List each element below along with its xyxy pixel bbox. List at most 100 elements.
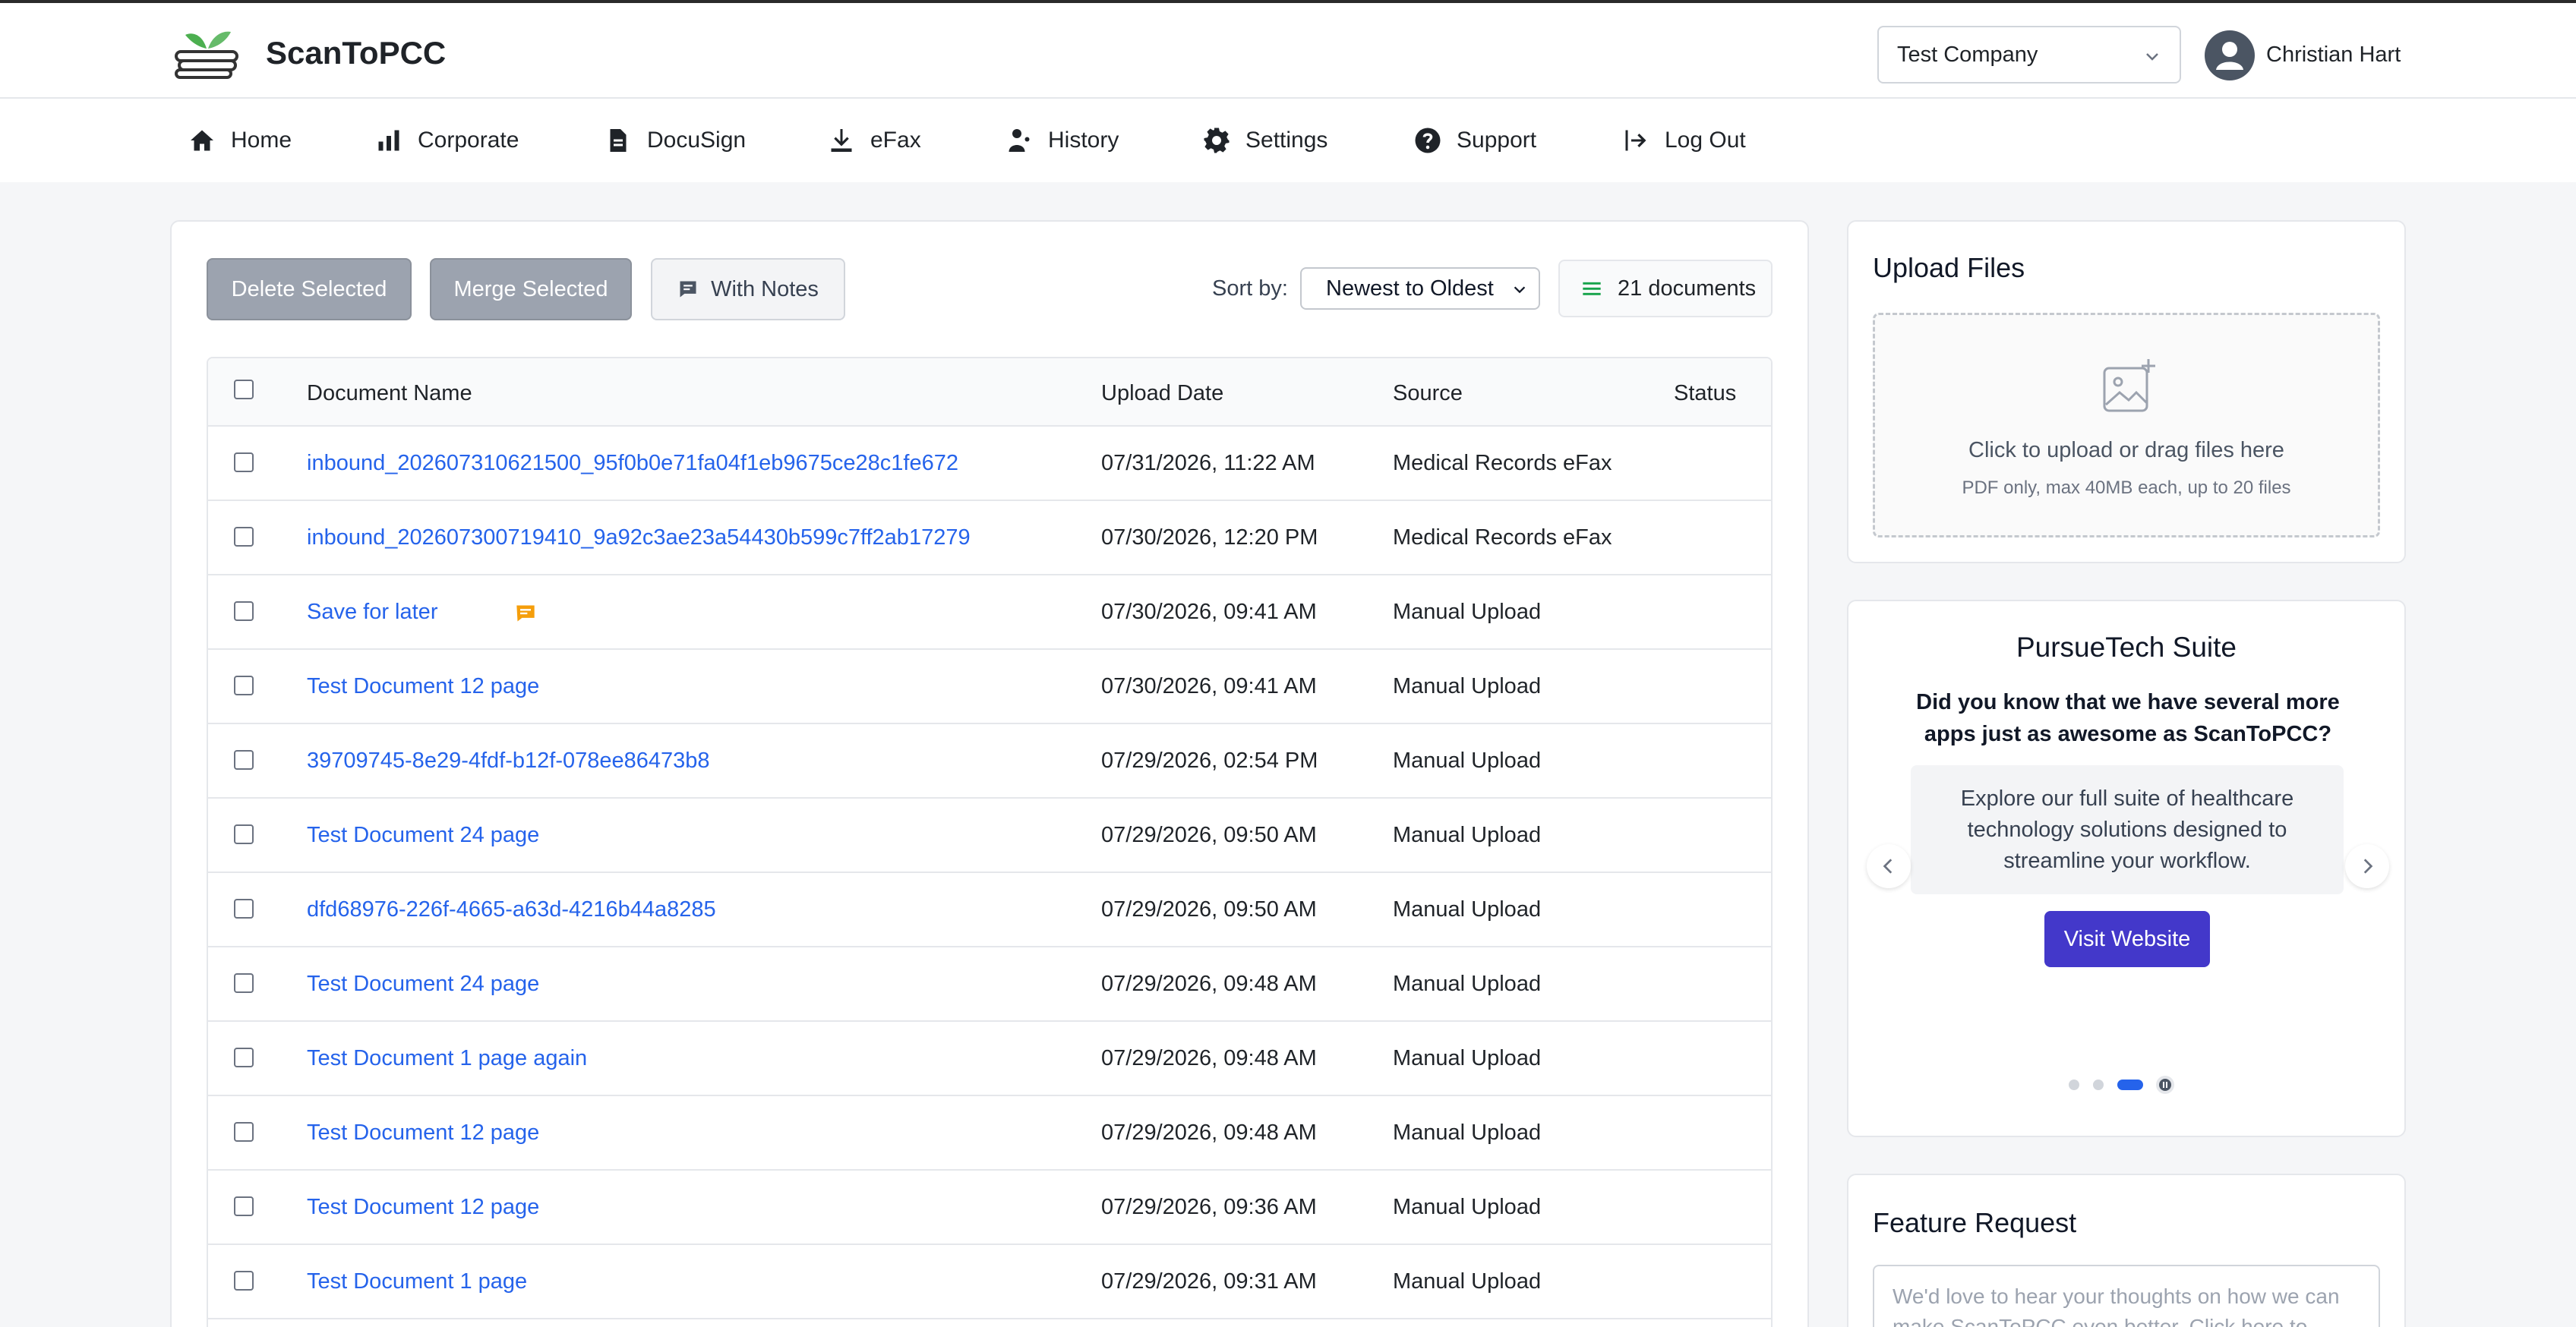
document-name-link[interactable]: Save for later <box>307 600 437 625</box>
upload-date: 07/29/2026, 09:48 AM <box>1101 1046 1317 1070</box>
nav-efax[interactable]: eFax <box>828 99 921 182</box>
row-checkbox[interactable] <box>234 973 254 993</box>
avatar[interactable] <box>2205 30 2255 80</box>
with-notes-label: With Notes <box>711 276 819 301</box>
note-icon[interactable] <box>515 603 536 624</box>
column-header-source[interactable]: Source <box>1393 381 1463 406</box>
chevron-down-icon <box>1514 286 1526 294</box>
source: Manual Upload <box>1393 600 1542 624</box>
row-checkbox[interactable] <box>234 527 254 547</box>
carousel-next-button[interactable] <box>2345 844 2389 888</box>
source: Manual Upload <box>1393 972 1542 996</box>
column-header-status[interactable]: Status <box>1674 381 1736 406</box>
carousel-dot-active[interactable] <box>2117 1080 2143 1090</box>
document-name-link[interactable]: inbound_202607310621500_95f0b0e71fa04f1e… <box>307 451 958 476</box>
document-name-link[interactable]: Test Document 24 page <box>307 823 539 848</box>
upload-date: 07/29/2026, 02:54 PM <box>1101 749 1318 773</box>
row-checkbox[interactable] <box>234 1196 254 1216</box>
document-count-badge: 21 documents <box>1558 260 1773 317</box>
nav-history[interactable]: History <box>1005 99 1119 182</box>
select-all-checkbox[interactable] <box>234 380 254 399</box>
table-row[interactable]: Test Document 24 page 07/29/2026, 09:50 A… <box>208 799 1771 873</box>
list-icon <box>1583 282 1601 295</box>
table-row[interactable]: inbound_202607310621500_95f0b0e71fa04f1e… <box>208 427 1771 501</box>
document-name-link[interactable]: inbound_202607300719410_9a92c3ae23a54430… <box>307 525 971 550</box>
company-select[interactable]: Test Company <box>1877 26 2181 84</box>
pause-icon[interactable] <box>2155 1075 2175 1095</box>
table-row[interactable]: 39709745-8e29-4fdf-b12f-078ee86473b8 07/2… <box>208 724 1771 799</box>
table-row[interactable]: inbound_202607300719410_9a92c3ae23a54430… <box>208 501 1771 575</box>
upload-main-text: Click to upload or drag files here <box>1968 438 2284 462</box>
brand-name: ScanToPCC <box>266 35 447 71</box>
nav-settings[interactable]: Settings <box>1203 99 1327 182</box>
sort-select[interactable]: Newest to Oldest <box>1300 267 1540 310</box>
row-checkbox[interactable] <box>234 452 254 472</box>
sort-select-value: Newest to Oldest <box>1326 276 1494 301</box>
document-name-link[interactable]: dfd68976-226f-4665-a63d-4216b44a8285 <box>307 897 716 922</box>
feature-request-input[interactable]: We'd love to hear your thoughts on how w… <box>1873 1265 2380 1327</box>
source: Manual Upload <box>1393 1046 1542 1070</box>
upload-date: 07/30/2026, 09:41 AM <box>1101 674 1317 698</box>
main-nav: Home Corporate DocuSign eFax History Set… <box>0 99 2576 182</box>
document-count: 21 documents <box>1618 276 1757 301</box>
document-name-link[interactable]: Test Document 24 page <box>307 972 539 997</box>
nav-logout[interactable]: Log Out <box>1622 99 1746 182</box>
document-name-link[interactable]: Test Document 12 page <box>307 674 539 699</box>
chevron-right-icon <box>2363 859 2373 874</box>
nav-home[interactable]: Home <box>188 99 292 182</box>
with-notes-button[interactable]: With Notes <box>651 258 845 320</box>
table-row[interactable]: Test Document 1 page 07/29/2026, 09:31 AM… <box>208 1245 1771 1319</box>
nav-docusign[interactable]: DocuSign <box>605 99 746 182</box>
user-history-icon <box>1009 129 1030 152</box>
document-name-link[interactable]: Test Document 1 page again <box>307 1046 587 1071</box>
table-row[interactable]: Test Document 12 page 07/30/2026, 09:41 A… <box>208 650 1771 724</box>
row-checkbox[interactable] <box>234 1271 254 1291</box>
carousel-prev-button[interactable] <box>1867 844 1911 888</box>
upload-panel: Upload Files Click to upload or drag fil… <box>1847 220 2406 563</box>
upload-date: 07/29/2026, 09:48 AM <box>1101 972 1317 996</box>
visit-website-button[interactable]: Visit Website <box>2044 911 2210 967</box>
table-row[interactable]: Save for later 07/30/2026, 09:41 AM Manual… <box>208 575 1771 650</box>
row-checkbox[interactable] <box>234 1048 254 1067</box>
nav-corporate-label: Corporate <box>418 128 519 153</box>
upload-date: 07/29/2026, 09:36 AM <box>1101 1195 1317 1219</box>
document-name-link[interactable]: 39709745-8e29-4fdf-b12f-078ee86473b8 <box>307 749 710 774</box>
table-row[interactable]: Test Document 12 page 07/29/2026, 09:48 A… <box>208 1096 1771 1171</box>
upload-date: 07/29/2026, 09:50 AM <box>1101 823 1317 847</box>
table-header: Document Name Upload Date Source Status <box>208 358 1771 427</box>
row-checkbox[interactable] <box>234 601 254 621</box>
nav-support[interactable]: Support <box>1414 99 1536 182</box>
row-checkbox[interactable] <box>234 1122 254 1142</box>
promo-body: Explore our full suite of healthcare tec… <box>1911 765 2344 894</box>
column-header-document-name[interactable]: Document Name <box>307 381 472 406</box>
source: Medical Records eFax <box>1393 451 1612 475</box>
gear-icon <box>1204 128 1230 153</box>
user-name[interactable]: Christian Hart <box>2266 43 2401 68</box>
row-checkbox[interactable] <box>234 824 254 844</box>
row-checkbox[interactable] <box>234 750 254 770</box>
sort-label: Sort by: <box>1212 276 1288 301</box>
document-name-link[interactable]: Test Document 12 page <box>307 1121 539 1146</box>
document-name-link[interactable]: Test Document 1 page <box>307 1269 527 1294</box>
upload-dropzone[interactable]: Click to upload or drag files here PDF o… <box>1873 313 2380 537</box>
nav-corporate[interactable]: Corporate <box>375 99 519 182</box>
row-checkbox[interactable] <box>234 676 254 695</box>
upload-date: 07/30/2026, 09:41 AM <box>1101 600 1317 624</box>
merge-selected-button[interactable]: Merge Selected <box>430 258 632 320</box>
document-name-link[interactable]: Test Document 12 page <box>307 1195 539 1220</box>
table-row[interactable]: Test Document 12 page 07/29/2026, 09:36 A… <box>208 1171 1771 1245</box>
source: Manual Upload <box>1393 897 1542 922</box>
delete-selected-button[interactable]: Delete Selected <box>207 258 412 320</box>
table-row[interactable]: Test Document 1 page again 07/29/2026, 09… <box>208 1022 1771 1096</box>
nav-support-label: Support <box>1457 128 1537 153</box>
carousel-dot[interactable] <box>2093 1080 2104 1090</box>
promo-question: Did you know that we have several more a… <box>1916 690 2340 746</box>
table-row[interactable]: dfd68976-226f-4665-a63d-4216b44a8285 07/2… <box>208 873 1771 947</box>
logout-icon <box>1625 130 1646 151</box>
row-checkbox[interactable] <box>234 899 254 919</box>
column-header-upload-date[interactable]: Upload Date <box>1101 381 1223 406</box>
table-row[interactable]: Test Document 24 page 07/29/2026, 09:48 A… <box>208 947 1771 1022</box>
carousel-dot[interactable] <box>2069 1080 2079 1090</box>
home-icon <box>191 130 213 151</box>
download-icon <box>831 129 852 152</box>
